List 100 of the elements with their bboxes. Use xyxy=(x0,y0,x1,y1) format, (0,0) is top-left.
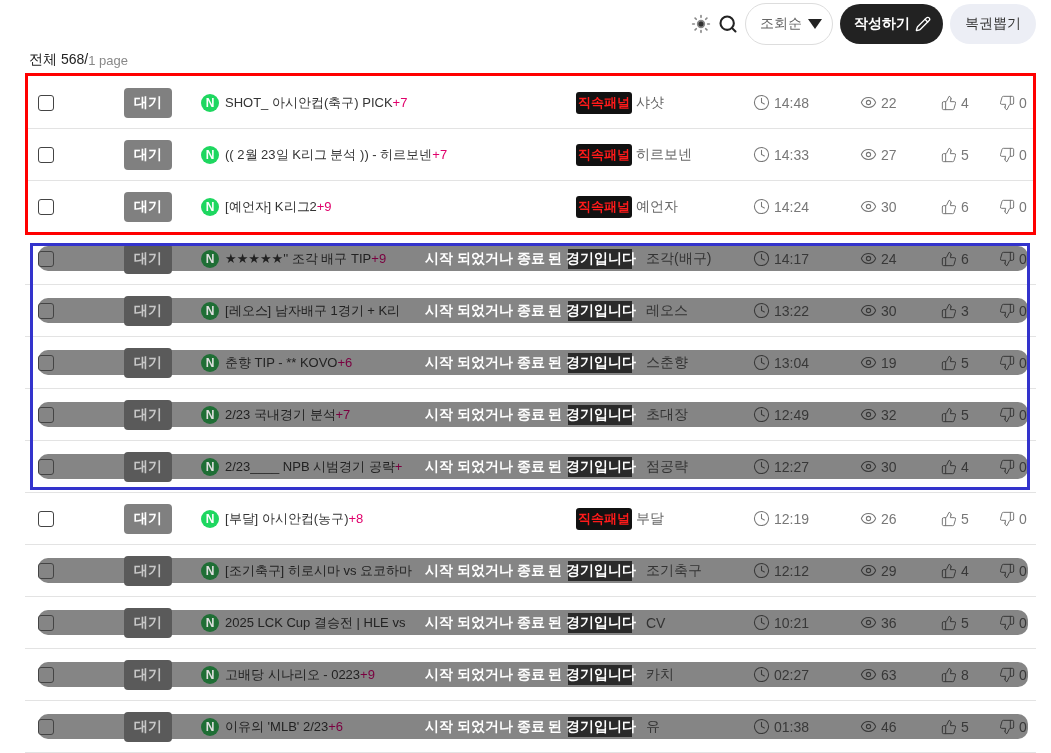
thumbs-down-icon[interactable] xyxy=(999,198,1015,215)
closed-notice: 시작 되었거나 종료 된 경기입니다 xyxy=(425,613,636,633)
checkbox[interactable] xyxy=(38,406,54,423)
post-title[interactable]: [조기축구] 히로시마 vs 요코하마 xyxy=(225,561,413,580)
closed-notice: 시작 되었거나 종료 된 경기입니다 xyxy=(425,353,636,373)
post-title[interactable]: ★★★★★'' 조각 배구 TIP xyxy=(225,249,372,268)
checkbox[interactable] xyxy=(38,510,54,527)
thumbs-down-icon[interactable] xyxy=(999,302,1015,319)
author-badge: 직속패널 xyxy=(576,143,632,166)
eye-icon xyxy=(860,250,877,267)
dislike-count: 0 xyxy=(1019,510,1027,527)
thumbs-down-icon[interactable] xyxy=(999,510,1015,527)
checkbox[interactable] xyxy=(38,146,54,163)
page-count: 1 page xyxy=(88,52,128,68)
view-count: 30 xyxy=(881,302,897,319)
thumbs-up-icon[interactable] xyxy=(941,146,957,163)
thumbs-up-icon[interactable] xyxy=(941,510,957,527)
post-time: 12:12 xyxy=(774,562,810,579)
like-count: 6 xyxy=(961,250,969,267)
thumbs-down-icon[interactable] xyxy=(999,94,1015,111)
thumbs-up-icon[interactable] xyxy=(941,354,957,371)
checkbox[interactable] xyxy=(38,354,54,371)
thumbs-up-icon[interactable] xyxy=(941,406,957,423)
post-time: 12:49 xyxy=(774,406,810,423)
checkbox[interactable] xyxy=(38,250,54,267)
sun-icon[interactable] xyxy=(691,14,711,34)
post-title[interactable]: 고배당 시나리오 - 0223 xyxy=(225,665,361,684)
dislike-count: 0 xyxy=(1019,94,1027,111)
closed-notice: 시작 되었거나 종료 된 경기입니다 xyxy=(425,665,636,685)
status-label: 대기 xyxy=(124,139,172,170)
thumbs-up-icon[interactable] xyxy=(941,250,957,267)
author-name: 조기축구 xyxy=(646,561,702,580)
search-icon[interactable] xyxy=(718,14,738,34)
view-count: 36 xyxy=(881,614,897,631)
new-mark: N xyxy=(201,509,219,528)
post-title[interactable]: (( 2월 23일 K리그 분석 )) - 히르보넨 xyxy=(225,145,433,164)
clock-icon xyxy=(753,198,770,215)
checkbox[interactable] xyxy=(38,94,54,111)
checkbox[interactable] xyxy=(38,614,54,631)
thumbs-down-icon[interactable] xyxy=(999,666,1015,683)
total-count: 전체 568/ xyxy=(29,51,89,69)
thumbs-down-icon[interactable] xyxy=(999,406,1015,423)
thumbs-up-icon[interactable] xyxy=(941,562,957,579)
checkbox[interactable] xyxy=(38,198,54,215)
closed-notice: 시작 되었거나 종료 된 경기입니다 xyxy=(425,301,636,321)
checkbox[interactable] xyxy=(38,302,54,319)
thumbs-up-icon[interactable] xyxy=(941,666,957,683)
checkbox[interactable] xyxy=(38,562,54,579)
post-time: 12:27 xyxy=(774,458,810,475)
view-count: 22 xyxy=(881,94,897,111)
like-count: 4 xyxy=(961,458,969,475)
thumbs-up-icon[interactable] xyxy=(941,458,957,475)
write-button[interactable]: 작성하기 xyxy=(840,4,943,44)
thumbs-down-icon[interactable] xyxy=(999,614,1015,631)
comment-count: +7 xyxy=(432,146,448,162)
thumbs-down-icon[interactable] xyxy=(999,718,1015,735)
clock-icon xyxy=(753,666,770,683)
author-badge: 직속패널 xyxy=(576,507,632,530)
sort-dropdown[interactable]: 조회순 xyxy=(745,3,833,45)
like-count: 4 xyxy=(961,94,969,111)
author-name: 샤샷 xyxy=(636,93,664,112)
thumbs-down-icon[interactable] xyxy=(999,354,1015,371)
thumbs-up-icon[interactable] xyxy=(941,198,957,215)
author-name: 점공략 xyxy=(646,457,688,476)
thumbs-up-icon[interactable] xyxy=(941,718,957,735)
thumbs-down-icon[interactable] xyxy=(999,146,1015,163)
thumbs-up-icon[interactable] xyxy=(941,614,957,631)
comment-count: +9 xyxy=(316,198,332,214)
thumbs-up-icon[interactable] xyxy=(941,94,957,111)
clock-icon xyxy=(753,302,770,319)
clock-icon xyxy=(753,718,770,735)
post-title[interactable]: [예언자] K리그2 xyxy=(225,197,317,216)
thumbs-down-icon[interactable] xyxy=(999,250,1015,267)
like-count: 6 xyxy=(961,198,969,215)
checkbox[interactable] xyxy=(38,458,54,475)
dislike-count: 0 xyxy=(1019,406,1027,423)
status-label: 대기 xyxy=(124,451,172,482)
post-title[interactable]: SHOT_ 아시안컵(축구) PICK xyxy=(225,93,393,112)
checkbox[interactable] xyxy=(38,666,54,683)
post-title[interactable]: 2/23____ NPB 시범경기 공략 xyxy=(225,457,395,476)
thumbs-up-icon[interactable] xyxy=(941,302,957,319)
clock-icon xyxy=(753,562,770,579)
lottery-button[interactable]: 복권뽑기 xyxy=(950,4,1036,44)
post-title[interactable]: 춘향 TIP - ** KOVO xyxy=(225,353,338,372)
post-time: 14:24 xyxy=(774,198,810,215)
post-title[interactable]: 2025 LCK Cup 결승전 | HLE vs xyxy=(225,613,406,632)
thumbs-down-icon[interactable] xyxy=(999,562,1015,579)
post-title[interactable]: 2/23 국내경기 분석 xyxy=(225,405,336,424)
comment-count: +9 xyxy=(360,666,375,682)
thumbs-down-icon[interactable] xyxy=(999,458,1015,475)
view-count: 32 xyxy=(881,406,897,423)
post-title[interactable]: [레오스] 남자배구 1경기 + K리 xyxy=(225,301,401,320)
author-badge: 직속패널 xyxy=(576,91,632,114)
author-name: 유 xyxy=(646,717,660,736)
post-title[interactable]: [부달] 아시안컵(농구) xyxy=(225,509,349,528)
post-time: 14:17 xyxy=(774,250,810,267)
view-count: 30 xyxy=(881,458,897,475)
checkbox[interactable] xyxy=(38,718,54,735)
post-title[interactable]: 이유의 'MLB' 2/23 xyxy=(225,717,329,736)
author-name: 카치 xyxy=(646,665,674,684)
